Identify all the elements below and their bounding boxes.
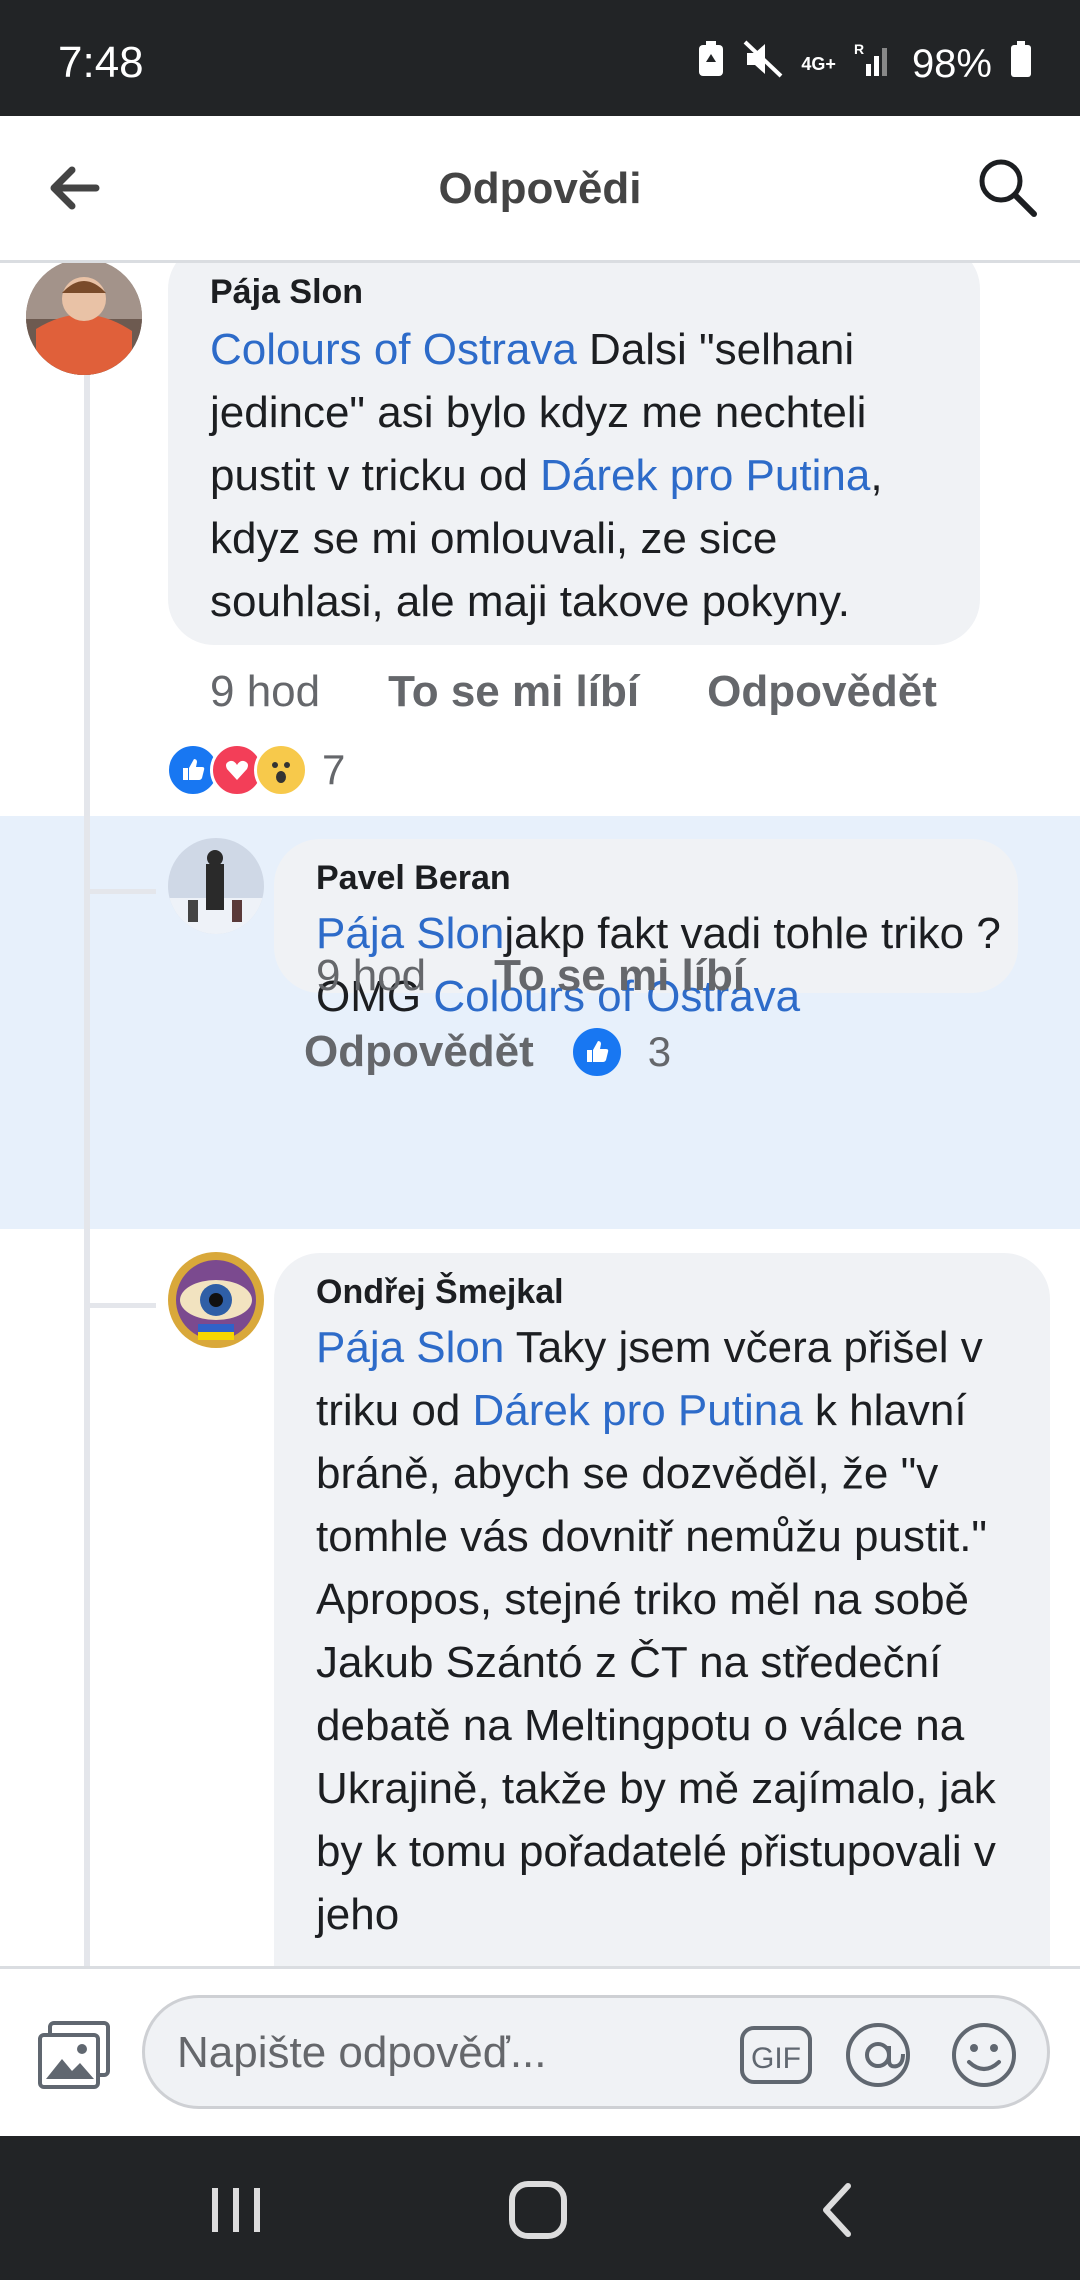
reactions-summary[interactable]: 7 bbox=[166, 743, 345, 797]
thread-line bbox=[84, 263, 90, 1966]
comment-time: 9 hod bbox=[316, 951, 427, 1000]
reply-composer: GIF bbox=[0, 1966, 1080, 2139]
comment-bubble: Pája Slon Colours of Ostrava Dalsi "selh… bbox=[168, 263, 980, 645]
like-button[interactable]: To se mi líbí bbox=[388, 667, 639, 717]
gallery-icon[interactable] bbox=[36, 2019, 112, 2091]
app-bar: Odpovědi bbox=[0, 116, 1080, 263]
recents-icon[interactable] bbox=[204, 2178, 268, 2242]
reply-button[interactable]: Odpovědět bbox=[707, 667, 937, 717]
avatar[interactable] bbox=[26, 263, 142, 375]
battery-level: 98% bbox=[911, 41, 992, 86]
avatar[interactable] bbox=[168, 838, 264, 934]
comment-time: 9 hod bbox=[210, 667, 321, 716]
comment-actions-row2: Odpovědět 3 bbox=[304, 1025, 671, 1079]
mention-link[interactable]: Dárek pro Putina bbox=[473, 1386, 803, 1435]
reply-input-container: GIF bbox=[142, 1995, 1050, 2109]
search-icon[interactable] bbox=[976, 156, 1038, 218]
gif-label: GIF bbox=[751, 2042, 801, 2075]
comment-text-part: k hlavní bráně, abych se dozvěděl, že "v… bbox=[316, 1386, 996, 1939]
nav-back-icon[interactable] bbox=[808, 2178, 872, 2242]
status-icons: 4G+ R 98% bbox=[697, 40, 1032, 88]
mention-link[interactable]: Dárek pro Putina bbox=[540, 451, 870, 500]
like-button[interactable]: To se mi líbí bbox=[494, 951, 745, 1001]
reaction-count: 3 bbox=[647, 1028, 672, 1075]
comment-bubble: Ondřej Šmejkal Pája Slon Taky jsem včera… bbox=[274, 1253, 1050, 1966]
reply-button[interactable]: Odpovědět bbox=[304, 1027, 534, 1077]
mute-icon bbox=[743, 40, 783, 88]
wow-icon bbox=[254, 743, 308, 797]
signal-icon: R bbox=[854, 40, 894, 88]
reaction-count: 7 bbox=[322, 746, 346, 793]
comment-actions: 9 hod To se mi líbí Odpovědět bbox=[210, 667, 937, 717]
emoji-icon[interactable] bbox=[951, 2022, 1017, 2088]
gif-button[interactable]: GIF bbox=[739, 2022, 813, 2088]
comment-actions: 9 hod To se mi líbí bbox=[316, 951, 745, 1001]
comment-text: Colours of Ostrava Dalsi "selhani jedinc… bbox=[210, 318, 960, 633]
reply-input[interactable] bbox=[175, 2020, 739, 2086]
comment-author[interactable]: Pája Slon bbox=[210, 273, 960, 312]
home-icon[interactable] bbox=[506, 2178, 570, 2242]
mention-link[interactable]: Colours of Ostrava bbox=[210, 325, 577, 374]
mention-link[interactable]: Pája Slon bbox=[316, 1323, 504, 1372]
thread-branch bbox=[90, 889, 156, 894]
svg-text:R: R bbox=[854, 41, 864, 57]
like-icon[interactable] bbox=[569, 1025, 624, 1079]
battery-saver-icon bbox=[697, 40, 725, 88]
avatar[interactable] bbox=[168, 1252, 264, 1348]
thread-branch bbox=[90, 1303, 156, 1308]
page-title: Odpovědi bbox=[438, 164, 642, 213]
comment-thread: Pája Slon Colours of Ostrava Dalsi "selh… bbox=[0, 263, 1080, 1966]
at-sign-icon[interactable] bbox=[845, 2022, 911, 2088]
comment-author[interactable]: Ondřej Šmejkal bbox=[316, 1273, 1006, 1312]
system-nav-bar bbox=[0, 2136, 1080, 2280]
comment-author[interactable]: Pavel Beran bbox=[316, 859, 1006, 898]
network-type: 4G+ bbox=[801, 54, 836, 74]
status-bar: 7:48 4G+ R 98% bbox=[0, 0, 1080, 116]
battery-icon bbox=[1010, 40, 1032, 88]
comment-text: Pája Slon Taky jsem včera přišel v triku… bbox=[316, 1316, 1006, 1946]
status-time: 7:48 bbox=[58, 38, 144, 87]
